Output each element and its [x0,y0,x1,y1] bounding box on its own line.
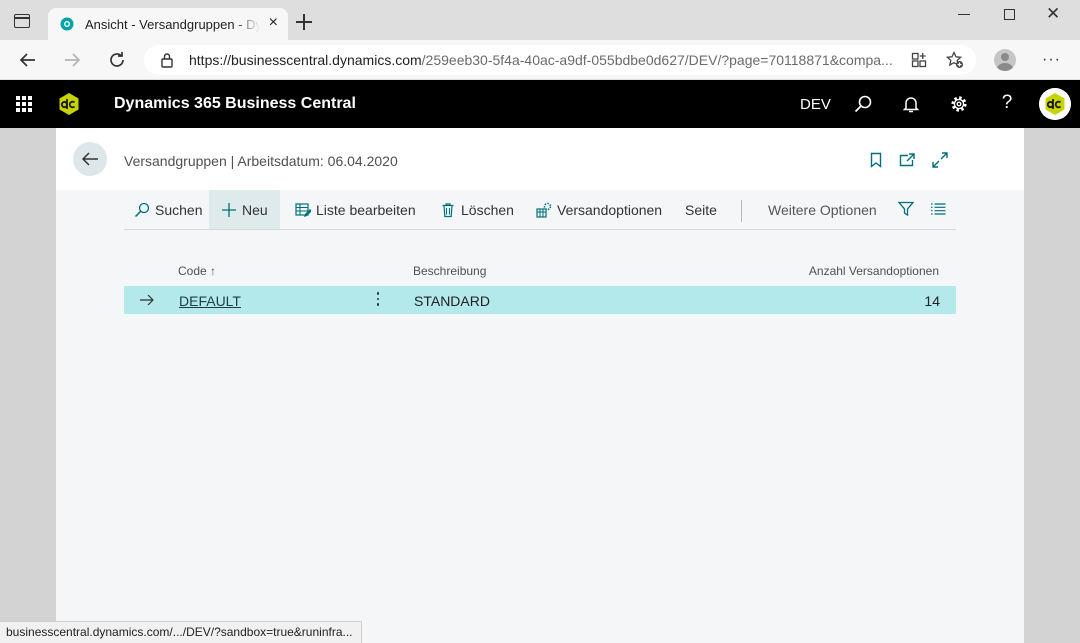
url-host: https://businesscentral.dynamics.com [189,52,422,68]
new-tab-icon[interactable] [296,14,312,30]
url-path: /259eeb30-5f4a-40ac-a9df-055bdbe0d627/DE… [421,52,893,68]
page-title: Versandgruppen | Arbeitsdatum: 06.04.202… [124,153,398,169]
right-gutter [1024,128,1080,643]
window-maximize-icon[interactable] [1004,9,1015,20]
column-header-description[interactable]: Beschreibung [413,264,486,278]
edit-list-button[interactable]: Liste bearbeiten [295,190,416,229]
column-header-code[interactable]: Code ↑ [178,264,216,278]
browser-tab-bar: Ansicht - Versandgruppen - Dynamics 365 … [0,0,1080,40]
url-field[interactable]: https://businesscentral.dynamics.com/259… [144,45,976,75]
page-back-button[interactable] [73,142,107,176]
action-bar: Suchen Neu Liste bearbeiten Löschen Vers… [124,190,956,230]
page-menu-button[interactable]: Seite [685,190,717,229]
waffle-icon[interactable] [16,96,32,112]
business-central-favicon [60,17,74,31]
arrow-left-icon [81,152,98,166]
url-text: https://businesscentral.dynamics.com/259… [189,52,899,68]
shipping-options-button[interactable]: Versandoptionen [536,190,662,229]
reload-icon[interactable] [107,50,127,70]
shipping-options-icon [536,202,552,218]
row-description: STANDARD [414,293,490,309]
tab-title: Ansicht - Versandgruppen - Dynamics 365 … [85,17,260,32]
forward-icon [65,53,81,67]
action-separator [741,200,742,222]
favorites-icon[interactable] [946,51,964,69]
filter-icon[interactable] [898,201,914,217]
share-icon[interactable] [899,152,915,168]
page-menu-button-label: Seite [685,201,717,218]
row-selected-arrow-icon [140,294,154,306]
row-code-link[interactable]: DEFAULT [179,293,241,309]
left-gutter [0,128,56,643]
browser-menu-icon[interactable]: ··· [1042,51,1061,69]
search-button-label: Suchen [155,201,203,218]
app-available-icon[interactable] [911,52,927,68]
product-name[interactable]: Dynamics 365 Business Central [114,95,356,113]
link-status-bar: businesscentral.dynamics.com/.../DEV/?sa… [0,621,362,643]
search-icon [134,202,150,217]
row-actions-menu-icon[interactable] [376,292,380,308]
window-close-icon[interactable]: ✕ [1046,5,1060,22]
window-minimize-icon[interactable] [958,14,970,16]
user-avatar-icon[interactable] [1039,88,1071,120]
browser-tab[interactable]: Ansicht - Versandgruppen - Dynamics 365 … [48,8,288,40]
new-button[interactable]: Neu [209,190,280,229]
help-icon[interactable]: ? [997,92,1017,113]
lock-icon[interactable] [160,52,174,68]
list-view-icon[interactable] [930,201,946,217]
gear-icon[interactable] [949,94,969,114]
column-header-count[interactable]: Anzahl Versandoptionen [809,264,939,278]
profile-avatar-icon[interactable] [994,49,1016,71]
environment-label[interactable]: DEV [800,96,831,113]
page-title-bar: Versandgruppen | Arbeitsdatum: 06.04.202… [56,128,1024,190]
list-page: Versandgruppen | Arbeitsdatum: 06.04.202… [56,128,1024,643]
search-icon[interactable] [853,94,873,114]
bell-icon[interactable] [901,94,921,114]
trash-icon [442,202,454,217]
company-logo-icon[interactable] [57,92,81,116]
bookmark-icon[interactable] [868,152,884,168]
more-options-button[interactable]: Weitere Optionen [768,190,877,229]
plus-icon [222,202,236,217]
tab-close-icon[interactable]: × [269,15,278,31]
app-header: Dynamics 365 Business Central DEV ? [0,80,1080,128]
expand-icon[interactable] [932,152,948,168]
browser-address-bar: https://businesscentral.dynamics.com/259… [0,40,1080,80]
more-options-button-label: Weitere Optionen [768,201,877,218]
edit-list-icon [295,202,311,217]
search-button[interactable]: Suchen [134,190,202,229]
new-button-label: Neu [242,201,268,218]
delete-button-label: Löschen [461,201,514,218]
back-icon[interactable] [18,50,38,70]
edit-list-button-label: Liste bearbeiten [316,201,416,218]
table-row[interactable]: DEFAULT STANDARD 14 [124,286,956,314]
delete-button[interactable]: Löschen [440,190,514,229]
row-count[interactable]: 14 [924,293,940,309]
shipping-options-button-label: Versandoptionen [557,201,663,218]
tab-actions-icon[interactable] [14,14,30,28]
